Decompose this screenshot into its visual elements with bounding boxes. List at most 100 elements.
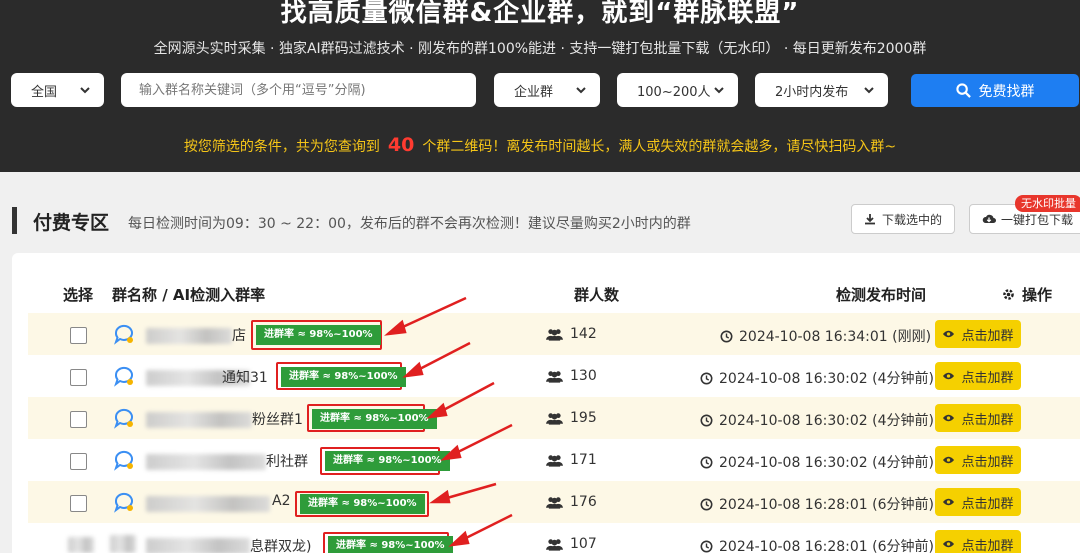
publish-time-value: 2024-10-08 16:34:01 (刚刚) <box>739 329 932 345</box>
publish-time: 2024-10-08 16:30:02 (4分钟前) <box>700 410 934 430</box>
eye-icon <box>943 414 955 422</box>
publish-time-value: 2024-10-08 16:30:02 (4分钟前) <box>719 371 934 387</box>
size-select[interactable]: 100~200人 <box>617 73 738 107</box>
group-name: A2 <box>272 493 291 509</box>
section-description: 每日检测时间为09：30 ~ 22：00，发布后的群不会再次检测！建议尽量购买2… <box>128 216 691 232</box>
clock-icon <box>700 456 713 468</box>
row-checkbox[interactable] <box>70 327 87 344</box>
chat-bubble-icon <box>114 450 133 471</box>
download-icon <box>864 214 875 225</box>
clock-icon <box>700 498 713 510</box>
page-subtitle: 全网源头实时采集 · 独家AI群码过滤技术 · 刚发布的群100%能进 · 支持… <box>153 41 927 57</box>
rate-badge: 进群率 ≈ 98%~100% <box>312 409 437 429</box>
blurred-name <box>146 412 252 428</box>
pack-badge: 无水印批量 <box>1015 195 1080 212</box>
member-count-value: 171 <box>570 452 597 468</box>
group-name: 粉丝群1 <box>252 412 303 428</box>
clock-icon <box>700 540 713 552</box>
time-select[interactable]: 2小时内发布 <box>755 73 888 107</box>
chevron-down-icon <box>714 87 724 94</box>
publish-time: 2024-10-08 16:28:01 (6分钟前) <box>700 536 934 553</box>
size-select-value: 100~200人 <box>637 84 711 100</box>
publish-time: 2024-10-08 16:34:01 (刚刚) <box>720 326 931 346</box>
eye-icon <box>943 540 955 548</box>
group-name: 店 <box>232 328 246 344</box>
chat-bubble-icon <box>114 408 133 429</box>
eye-icon <box>943 372 955 380</box>
group-name: 息群双龙) <box>250 539 312 553</box>
row-checkbox[interactable] <box>70 411 87 428</box>
search-button[interactable]: 免费找群 <box>911 74 1079 107</box>
join-button-label: 点击加群 <box>961 454 1014 470</box>
join-button-label: 点击加群 <box>961 412 1014 428</box>
blurred-name <box>146 496 270 512</box>
search-icon <box>955 83 971 98</box>
type-select[interactable]: 企业群 <box>494 73 600 107</box>
group-name: 利社群 <box>266 454 308 470</box>
publish-time-value: 2024-10-08 16:28:01 (6分钟前) <box>719 539 934 553</box>
search-button-label: 免费找群 <box>978 83 1035 100</box>
join-button[interactable]: 点击加群 <box>935 404 1021 432</box>
join-button-label: 点击加群 <box>961 328 1014 344</box>
member-count-value: 176 <box>570 494 597 510</box>
member-count: 107 <box>546 536 597 552</box>
clock-icon <box>720 330 733 342</box>
member-count-value: 142 <box>570 326 597 342</box>
clock-icon <box>700 414 713 426</box>
eye-icon <box>943 498 955 506</box>
chat-bubble-icon <box>114 492 133 513</box>
member-count-value: 195 <box>570 410 597 426</box>
download-selected-button[interactable]: 下载选中的 <box>851 204 955 234</box>
publish-time-value: 2024-10-08 16:30:02 (4分钟前) <box>719 455 934 471</box>
col-name-header: 群名称 / AI检测入群率 <box>112 286 266 304</box>
blurred-checkbox <box>68 537 94 553</box>
join-button[interactable]: 点击加群 <box>935 488 1021 516</box>
publish-time-value: 2024-10-08 16:30:02 (4分钟前) <box>719 413 934 429</box>
blurred-name <box>146 454 266 470</box>
page-title: 找高质量微信群&企业群，就到“群脉联盟” <box>280 0 800 28</box>
member-count: 195 <box>546 410 597 426</box>
join-button[interactable]: 点击加群 <box>935 446 1021 474</box>
time-select-value: 2小时内发布 <box>775 84 849 100</box>
publish-time: 2024-10-08 16:30:02 (4分钟前) <box>700 452 934 472</box>
member-count-value: 130 <box>570 368 597 384</box>
rate-badge: 进群率 ≈ 98%~100% <box>281 367 406 387</box>
publish-time-value: 2024-10-08 16:28:01 (6分钟前) <box>719 497 934 513</box>
result-notice: 按您筛选的条件，共为您查询到 40 个群二维码！离发布时间越长，满人或失效的群就会越… <box>0 134 1080 156</box>
cloud-download-icon <box>982 214 996 223</box>
chevron-down-icon <box>576 87 586 94</box>
pack-download-label: 一键打包下载 <box>1001 212 1074 227</box>
blurred-avatar <box>110 535 136 553</box>
region-select[interactable]: 全国 <box>11 73 104 107</box>
publish-time: 2024-10-08 16:28:01 (6分钟前) <box>700 494 934 514</box>
users-icon <box>546 412 563 425</box>
eye-icon <box>943 456 955 464</box>
notice-after: 个群二维码！离发布时间越长，满人或失效的群就会越多，请尽快扫码入群~ <box>422 139 897 155</box>
join-button[interactable]: 点击加群 <box>935 320 1021 348</box>
users-icon <box>546 538 563 551</box>
row-checkbox[interactable] <box>70 453 87 470</box>
users-icon <box>546 496 563 509</box>
users-icon <box>546 454 563 467</box>
row-checkbox[interactable] <box>70 495 87 512</box>
col-select-header: 选择 <box>63 286 94 304</box>
keyword-input[interactable] <box>121 73 476 107</box>
join-button-label: 点击加群 <box>961 496 1014 512</box>
publish-time: 2024-10-08 16:30:02 (4分钟前) <box>700 368 934 388</box>
col-time-header: 检测发布时间 <box>836 286 927 304</box>
join-button-label: 点击加群 <box>961 370 1014 386</box>
eye-icon <box>943 330 955 338</box>
join-button[interactable]: 点击加群 <box>935 530 1021 553</box>
chevron-down-icon <box>864 87 874 94</box>
rate-badge: 进群率 ≈ 98%~100% <box>328 536 453 553</box>
notice-before: 按您筛选的条件，共为您查询到 <box>183 139 380 155</box>
col-action-label: 操作 <box>1022 286 1053 304</box>
join-button[interactable]: 点击加群 <box>935 362 1021 390</box>
chat-bubble-icon <box>114 366 133 387</box>
rate-badge: 进群率 ≈ 98%~100% <box>300 494 425 514</box>
join-button-label: 点击加群 <box>961 538 1014 553</box>
blurred-name <box>146 328 232 344</box>
row-checkbox[interactable] <box>70 369 87 386</box>
users-icon <box>546 370 563 383</box>
col-action-header: 操作 <box>1002 284 1052 305</box>
